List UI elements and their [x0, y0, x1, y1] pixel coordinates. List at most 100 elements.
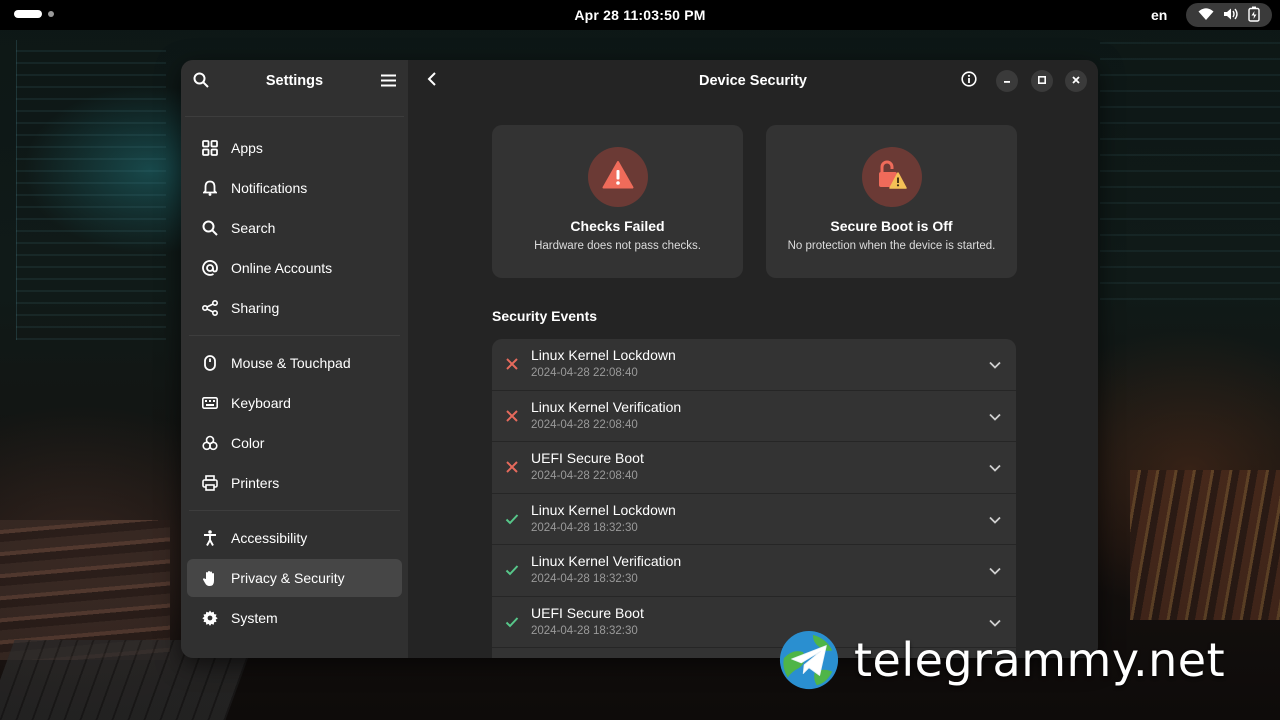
list-item[interactable]: Linux Kernel Lockdown 2024-04-28 18:32:3… — [492, 494, 1016, 545]
minimize-icon — [1002, 73, 1012, 89]
event-timestamp: 2024-04-28 18:32:30 — [531, 573, 638, 585]
content-header: Device Security — [408, 60, 1098, 102]
back-button[interactable] — [420, 68, 444, 94]
sidebar-item-printers[interactable]: Printers — [187, 464, 402, 502]
passed-check-icon — [504, 562, 520, 578]
card-title: Checks Failed — [570, 218, 665, 234]
bell-icon — [201, 179, 219, 197]
wallpaper-monitor-decor — [16, 40, 166, 340]
event-timestamp: 2024-04-28 18:32:30 — [531, 521, 638, 534]
sidebar-item-label: System — [231, 610, 278, 626]
failed-x-icon — [504, 356, 520, 372]
event-text: Linux Kernel Lockdown 2024-04-28 18:32:3… — [531, 502, 676, 534]
chevron-down-icon[interactable] — [987, 563, 1003, 579]
event-name: Linux Kernel Verification — [531, 398, 682, 415]
activities-button[interactable] — [14, 10, 54, 18]
sidebar-item-mouse-touchpad[interactable]: Mouse & Touchpad — [187, 344, 402, 382]
sidebar-item-privacy-security[interactable]: Privacy & Security — [187, 559, 402, 597]
failed-x-icon — [504, 459, 520, 475]
checks-status-card[interactable]: Checks Failed Hardware does not pass che… — [492, 125, 743, 278]
keyboard-language[interactable]: en — [1151, 7, 1167, 23]
sidebar-item-sharing[interactable]: Sharing — [187, 289, 402, 327]
sidebar-item-accessibility[interactable]: Accessibility — [187, 519, 402, 557]
sidebar-header: Settings — [181, 60, 408, 102]
sidebar-item-label: Mouse & Touchpad — [231, 355, 351, 371]
event-text: Linux Kernel Lockdown 2024-04-28 22:08:4… — [531, 347, 676, 379]
event-text: UEFI Secure Boot 2024-04-28 22:08:40 — [531, 450, 644, 482]
content-pane: Device Security Checks Failed Hardware d… — [408, 60, 1098, 658]
chevron-down-icon[interactable] — [987, 512, 1003, 528]
event-name: Linux Kernel Lockdown — [531, 347, 676, 363]
sidebar-item-label: Privacy & Security — [231, 570, 345, 586]
sidebar-item-label: Accessibility — [231, 530, 308, 546]
maximize-icon — [1037, 73, 1047, 89]
minimize-button[interactable] — [996, 70, 1018, 92]
chevron-left-icon — [427, 72, 437, 90]
unlocked-padlock-icon — [877, 159, 907, 195]
chevron-down-icon[interactable] — [987, 409, 1003, 425]
sidebar-item-label: Online Accounts — [231, 260, 333, 276]
security-events-list: Linux Kernel Lockdown 2024-04-28 22:08:4… — [492, 339, 1016, 658]
search-button[interactable] — [188, 69, 214, 95]
chevron-down-icon[interactable] — [987, 460, 1003, 476]
padlock-icon-badge — [861, 147, 922, 207]
maximize-button[interactable] — [1031, 70, 1053, 92]
clock[interactable]: Apr 28 11:03:50 PM — [574, 7, 705, 23]
event-name: UEFI Secure Boot — [531, 450, 644, 466]
hamburger-menu-icon — [380, 74, 396, 91]
battery-icon — [1247, 6, 1260, 25]
printer-icon — [201, 474, 219, 492]
event-timestamp: 2024-04-28 18:32:30 — [531, 624, 638, 637]
sidebar-item-keyboard[interactable]: Keyboard — [187, 384, 402, 422]
wallpaper-lines-decor — [1100, 40, 1280, 300]
sidebar-group-3: Accessibility Privacy & Security System — [185, 511, 404, 645]
sidebar-item-apps[interactable]: Apps — [187, 129, 402, 167]
watermark: telegrammy.net — [778, 628, 1268, 692]
hand-icon — [201, 569, 219, 587]
event-timestamp: 2024-04-28 22:08:40 — [531, 367, 638, 379]
passed-check-icon — [504, 614, 520, 630]
sidebar-item-notifications[interactable]: Notifications — [187, 169, 402, 207]
apps-grid-icon — [201, 139, 219, 157]
close-icon — [1071, 73, 1081, 89]
workspace-indicator — [48, 11, 54, 17]
sidebar-item-label: Keyboard — [231, 395, 291, 411]
workspace-indicator-active — [14, 10, 42, 18]
keyboard-icon — [201, 394, 219, 412]
security-events-heading: Security Events — [492, 308, 598, 324]
event-text: Linux Kernel Verification 2024-04-28 18:… — [531, 553, 681, 585]
wifi-icon — [1198, 7, 1214, 24]
search-icon — [193, 72, 209, 92]
sidebar-item-online-accounts[interactable]: Online Accounts — [187, 249, 402, 287]
chevron-down-icon[interactable] — [987, 357, 1003, 373]
sidebar-item-label: Sharing — [231, 300, 280, 316]
sidebar-item-search[interactable]: Search — [187, 209, 402, 247]
sidebar-group-1: Apps Notifications Search Online Account… — [185, 121, 404, 335]
color-icon — [201, 434, 219, 452]
event-name: UEFI Secure Boot — [531, 604, 644, 621]
event-timestamp: 2024-04-28 22:08:40 — [531, 470, 638, 482]
sidebar: Settings Apps Notifications Search Onlin… — [181, 60, 408, 658]
sidebar-item-label: Printers — [231, 475, 280, 491]
sidebar-title: Settings — [265, 73, 324, 89]
sidebar-item-label: Search — [231, 220, 276, 236]
warning-icon-badge — [587, 147, 648, 207]
sidebar-item-color[interactable]: Color — [187, 424, 402, 462]
sidebar-item-system[interactable]: System — [187, 599, 402, 637]
secure-boot-status-card[interactable]: Secure Boot is Off No protection when th… — [766, 125, 1017, 278]
card-title: Secure Boot is Off — [830, 218, 953, 234]
event-name: Linux Kernel Verification — [531, 553, 682, 569]
event-text: Linux Kernel Verification 2024-04-28 22:… — [531, 399, 681, 431]
card-subtitle: Hardware does not pass checks. — [534, 240, 701, 252]
list-item[interactable]: Linux Kernel Lockdown 2024-04-28 22:08:4… — [492, 339, 1016, 391]
system-menu[interactable] — [1186, 3, 1272, 27]
close-button[interactable] — [1065, 70, 1087, 92]
list-item[interactable]: UEFI Secure Boot 2024-04-28 22:08:40 — [492, 442, 1016, 494]
accessibility-icon — [201, 529, 219, 547]
wallpaper-shelf-decor — [1130, 470, 1280, 620]
list-item[interactable]: Linux Kernel Verification 2024-04-28 18:… — [492, 545, 1016, 597]
list-item[interactable]: Linux Kernel Verification 2024-04-28 22:… — [492, 391, 1016, 442]
sidebar-group-2: Mouse & Touchpad Keyboard Color Printers — [185, 336, 404, 510]
main-menu-button[interactable] — [375, 69, 401, 95]
info-button[interactable] — [957, 69, 981, 93]
